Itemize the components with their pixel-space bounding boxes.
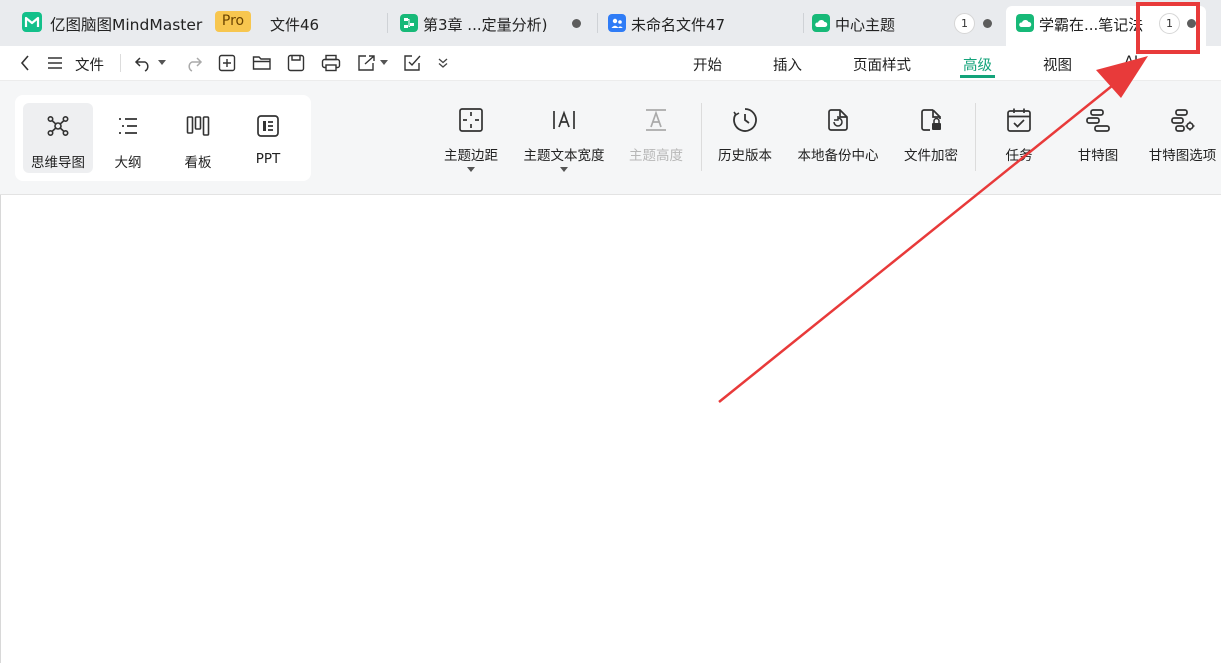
text-height-icon bbox=[643, 107, 669, 133]
cloud-file-icon bbox=[812, 14, 830, 32]
ribbon-divider bbox=[701, 103, 702, 171]
mindmap-icon bbox=[46, 114, 70, 138]
button-label: 主题边距 bbox=[444, 148, 498, 164]
app-name: 亿图脑图MindMaster bbox=[50, 16, 203, 34]
redo-icon[interactable] bbox=[184, 53, 204, 73]
ribbon-toolbar: 思维导图 大纲 看板 PPT 主题边距 主题文本宽度 主题高度 历史版本 本地备… bbox=[0, 81, 1221, 195]
view-mindmap-button[interactable]: 思维导图 bbox=[23, 103, 93, 173]
mindmap-canvas[interactable] bbox=[0, 195, 1221, 663]
app-tab[interactable]: 亿图脑图MindMaster Pro 文件46 bbox=[0, 0, 382, 46]
mindmaster-logo-icon bbox=[22, 12, 42, 32]
topic-height-button[interactable]: 主题高度 bbox=[627, 103, 685, 183]
history-version-button[interactable]: 历史版本 bbox=[716, 103, 774, 183]
view-label: 大纲 bbox=[114, 155, 142, 171]
view-label: PPT bbox=[255, 151, 281, 167]
menu-tab-view[interactable]: 视图 bbox=[1043, 54, 1072, 75]
tab-untitled47[interactable]: 未命名文件47 bbox=[598, 6, 802, 40]
menu-divider bbox=[120, 54, 121, 72]
undo-dropdown-icon[interactable] bbox=[157, 53, 167, 73]
print-icon[interactable] bbox=[320, 53, 342, 73]
gantt-chart-icon bbox=[1085, 107, 1111, 133]
share-check-icon[interactable] bbox=[402, 53, 422, 73]
view-kanban-button[interactable]: 看板 bbox=[163, 103, 233, 173]
new-file-icon[interactable] bbox=[217, 53, 237, 73]
pro-badge[interactable]: Pro bbox=[215, 11, 251, 32]
button-label: 主题文本宽度 bbox=[523, 148, 605, 164]
button-label: 历史版本 bbox=[718, 148, 772, 164]
export-icon[interactable] bbox=[356, 53, 378, 73]
team-file-icon bbox=[608, 14, 626, 32]
back-icon[interactable] bbox=[16, 53, 34, 73]
history-clock-icon bbox=[732, 107, 758, 133]
gantt-settings-icon bbox=[1170, 107, 1196, 133]
task-calendar-icon bbox=[1006, 107, 1032, 133]
tab-central-topic[interactable]: 中心主题 1 bbox=[802, 6, 1004, 40]
cloud-file-icon bbox=[1016, 14, 1034, 32]
file-menu[interactable]: 文件 bbox=[75, 54, 104, 75]
button-label: 文件加密 bbox=[904, 148, 958, 164]
button-label: 任务 bbox=[1005, 148, 1033, 164]
annotation-highlight-box bbox=[1136, 2, 1200, 54]
task-button[interactable]: 任务 bbox=[1001, 103, 1037, 183]
active-tab-indicator bbox=[960, 75, 995, 78]
button-label: 主题高度 bbox=[629, 148, 683, 164]
presentation-icon bbox=[256, 114, 280, 138]
dropdown-caret-icon[interactable] bbox=[560, 167, 568, 172]
file-encrypt-button[interactable]: 文件加密 bbox=[902, 103, 960, 183]
view-outline-button[interactable]: 大纲 bbox=[93, 103, 163, 173]
tab-label[interactable]: 文件46 bbox=[270, 14, 319, 35]
view-mode-group: 思维导图 大纲 看板 PPT bbox=[15, 95, 311, 181]
export-dropdown-icon[interactable] bbox=[379, 53, 389, 73]
open-folder-icon[interactable] bbox=[251, 53, 273, 73]
unsaved-dot-icon bbox=[983, 19, 992, 28]
button-label: 本地备份中心 bbox=[797, 148, 879, 164]
gantt-button[interactable]: 甘特图 bbox=[1073, 103, 1123, 183]
menu-tab-insert[interactable]: 插入 bbox=[773, 54, 802, 75]
hamburger-menu-icon[interactable] bbox=[46, 53, 64, 73]
topic-padding-icon bbox=[458, 107, 484, 133]
tab-bar: 亿图脑图MindMaster Pro 文件46 第3章 ...定量分析) 未命名… bbox=[0, 0, 1221, 46]
tab-separator bbox=[387, 13, 388, 33]
menu-tab-ai[interactable]: AI bbox=[1124, 54, 1138, 70]
mindmap-file-icon bbox=[400, 14, 418, 32]
ribbon-divider bbox=[975, 103, 976, 171]
menu-tab-start[interactable]: 开始 bbox=[693, 54, 722, 75]
menu-tab-advanced[interactable]: 高级 bbox=[963, 54, 992, 75]
button-label: 甘特图 bbox=[1077, 148, 1119, 164]
kanban-icon bbox=[186, 114, 210, 138]
menu-tab-page-style[interactable]: 页面样式 bbox=[853, 54, 911, 75]
more-chevron-icon[interactable] bbox=[436, 53, 450, 73]
text-width-icon bbox=[551, 107, 577, 133]
topic-padding-button[interactable]: 主题边距 bbox=[442, 103, 500, 183]
tab-label: 未命名文件47 bbox=[631, 16, 726, 34]
menu-bar: 文件 开始 插入 页面样式 高级 视图 AI bbox=[0, 46, 1221, 81]
undo-icon[interactable] bbox=[134, 53, 156, 73]
view-label: 思维导图 bbox=[31, 155, 85, 171]
save-icon[interactable] bbox=[286, 53, 306, 73]
dropdown-caret-icon[interactable] bbox=[467, 167, 475, 172]
file-lock-icon bbox=[918, 107, 944, 133]
view-label: 看板 bbox=[184, 155, 212, 171]
tab-label: 中心主题 bbox=[835, 16, 896, 34]
local-backup-button[interactable]: 本地备份中心 bbox=[795, 103, 881, 183]
view-ppt-button[interactable]: PPT bbox=[233, 103, 303, 173]
unsaved-dot-icon bbox=[572, 19, 581, 28]
tab-chapter3[interactable]: 第3章 ...定量分析) bbox=[390, 6, 596, 40]
button-label: 甘特图选项 bbox=[1148, 148, 1217, 164]
topic-text-width-button[interactable]: 主题文本宽度 bbox=[521, 103, 607, 183]
backup-file-icon bbox=[825, 107, 851, 133]
tab-label: 学霸在...笔记法 bbox=[1039, 16, 1144, 34]
outline-list-icon bbox=[116, 114, 140, 138]
collaborator-count-badge[interactable]: 1 bbox=[954, 13, 975, 34]
tab-label: 第3章 ...定量分析) bbox=[423, 16, 548, 34]
gantt-options-button[interactable]: 甘特图选项 bbox=[1146, 103, 1219, 183]
